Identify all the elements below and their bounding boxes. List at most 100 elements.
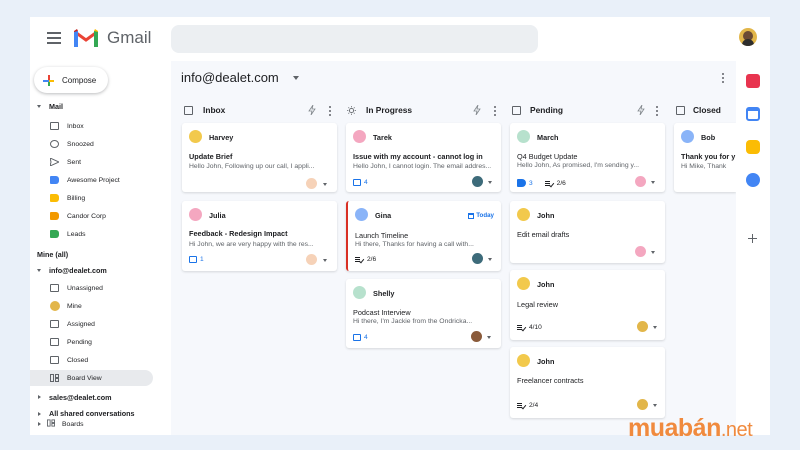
column-menu-icon[interactable] [494,106,496,116]
chevron-down-icon[interactable] [323,183,327,186]
card-footer: 4 [353,179,368,186]
sidebar-item-boards[interactable]: Boards [48,416,157,432]
card-shelly[interactable]: Shelly Podcast Interview Hi there, I'm J… [346,279,501,348]
contact-avatar [189,130,202,143]
assignee-avatar[interactable] [635,176,646,187]
card-march[interactable]: March Q4 Budget Update Hello John, As pr… [510,123,665,192]
chevron-down-icon[interactable] [323,259,327,262]
lightning-icon[interactable] [308,105,316,115]
watermark-logo: muabán.net [628,414,753,443]
assignee-avatar[interactable] [306,254,317,265]
card-snippet: Hello John, As promised, I'm sending y..… [517,162,640,169]
card-sender: John [537,211,555,220]
account-section-title[interactable]: info@dealet.com [49,266,107,275]
account-collapse-icon[interactable] [37,269,41,272]
side-panel-rail [736,61,770,435]
gmail-logo-icon[interactable] [74,29,98,47]
assignee-avatar[interactable] [637,321,648,332]
chevron-down-icon[interactable] [488,181,492,184]
column-header-pending: Pending [510,103,665,119]
checklist-icon [517,402,526,409]
expand-icon[interactable] [38,422,41,426]
add-addon-icon[interactable] [748,234,757,243]
contact-avatar [353,130,366,143]
card-footer: 2/6 [355,256,376,263]
card-sender: John [537,280,555,289]
keep-app-icon[interactable] [746,140,760,154]
tasks-app-icon[interactable] [746,173,760,187]
card-footer: 3 2/6 [517,179,566,187]
assignee-avatar[interactable] [471,331,482,342]
chevron-down-icon[interactable] [653,404,657,407]
expand-icon[interactable] [38,412,41,416]
inbox-icon [184,106,193,115]
chevron-down-icon[interactable] [488,258,492,261]
chevron-down-icon[interactable] [293,76,299,80]
sidebar-item-inbox[interactable]: Inbox [44,118,153,134]
chevron-down-icon[interactable] [651,251,655,254]
dealet-app-icon[interactable] [746,74,760,88]
page-title[interactable]: info@dealet.com [181,70,279,85]
sidebar-item-board-view[interactable]: Board View [30,370,153,386]
card-subject: Thank you for y [681,152,736,161]
compose-plus-icon [43,74,54,86]
sidebar-item-unassigned[interactable]: Unassigned [44,280,153,296]
contact-avatar [189,208,202,221]
card-bob[interactable]: Bob Thank you for y Hi Mike, Thank [674,123,736,192]
card-snippet: Hello John, I cannot login. The email ad… [353,163,492,170]
sidebar-item-snoozed[interactable]: Snoozed [44,136,153,152]
assignee-avatar[interactable] [306,178,317,189]
compose-button[interactable]: Compose [34,67,108,93]
sidebar-item-label: Mine [67,302,82,310]
assignee-avatar[interactable] [635,246,646,257]
expand-icon[interactable] [38,395,41,399]
chevron-down-icon[interactable] [487,336,491,339]
card-subject: Feedback - Redesign Impact [189,229,288,238]
sidebar-item-closed[interactable]: Closed [44,352,153,368]
lightning-icon[interactable] [473,105,481,115]
assigned-icon [50,320,59,328]
calendar-app-icon[interactable] [746,107,760,121]
card-john-edit[interactable]: John Edit email drafts [510,201,665,263]
account-avatar[interactable] [739,28,757,46]
card-john-legal[interactable]: John Legal review 4/10 [510,270,665,340]
more-options-icon[interactable] [722,73,724,83]
sidebar-item-billing[interactable]: Billing [44,190,153,206]
mine-all-link[interactable]: Mine (all) [37,250,68,259]
chevron-down-icon[interactable] [651,181,655,184]
card-john-freelancer[interactable]: John Freelancer contracts 2/4 [510,347,665,418]
sidebar-item-label: Snoozed [67,140,94,148]
lightning-icon[interactable] [637,105,645,115]
comment-icon [353,179,361,186]
sidebar-item-leads[interactable]: Leads [44,226,153,242]
assignee-avatar[interactable] [637,399,648,410]
chevron-down-icon[interactable] [653,326,657,329]
card-tarek[interactable]: Tarek Issue with my account - cannot log… [346,123,501,192]
column-title: In Progress [366,105,413,115]
sidebar-item-label: Boards [62,420,84,428]
card-harvey[interactable]: Harvey Update Brief Hello John, Followin… [182,123,337,192]
search-bar[interactable] [171,25,538,53]
assignee-avatar[interactable] [472,176,483,187]
comment-count: 4 [364,179,368,186]
sidebar-item-label: Leads [67,230,86,238]
contact-avatar [355,208,368,221]
column-menu-icon[interactable] [656,106,658,116]
due-today-badge[interactable]: Today [468,212,494,219]
mail-collapse-icon[interactable] [37,105,41,108]
column-menu-icon[interactable] [329,106,331,116]
card-gina[interactable]: Gina Today Launch Timeline Hi there, Tha… [346,201,501,271]
sidebar-item-label: Candor Corp [67,212,106,220]
sidebar-item-sent[interactable]: Sent [44,154,153,170]
sidebar-account-sales[interactable]: sales@dealet.com [49,393,112,402]
assignee-avatar[interactable] [472,253,483,264]
task-count: 2/6 [556,179,566,187]
sidebar-item-assigned[interactable]: Assigned [44,316,153,332]
sidebar-item-mine[interactable]: Mine [44,298,153,314]
card-julia[interactable]: Julia Feedback - Redesign Impact Hi John… [182,201,337,271]
task-count: 4/10 [529,324,542,331]
sidebar-item-awesome-project[interactable]: Awesome Project [44,172,153,188]
sidebar-item-pending[interactable]: Pending [44,334,153,350]
main-menu-icon[interactable] [47,32,61,44]
sidebar-item-candor-corp[interactable]: Candor Corp [44,208,153,224]
